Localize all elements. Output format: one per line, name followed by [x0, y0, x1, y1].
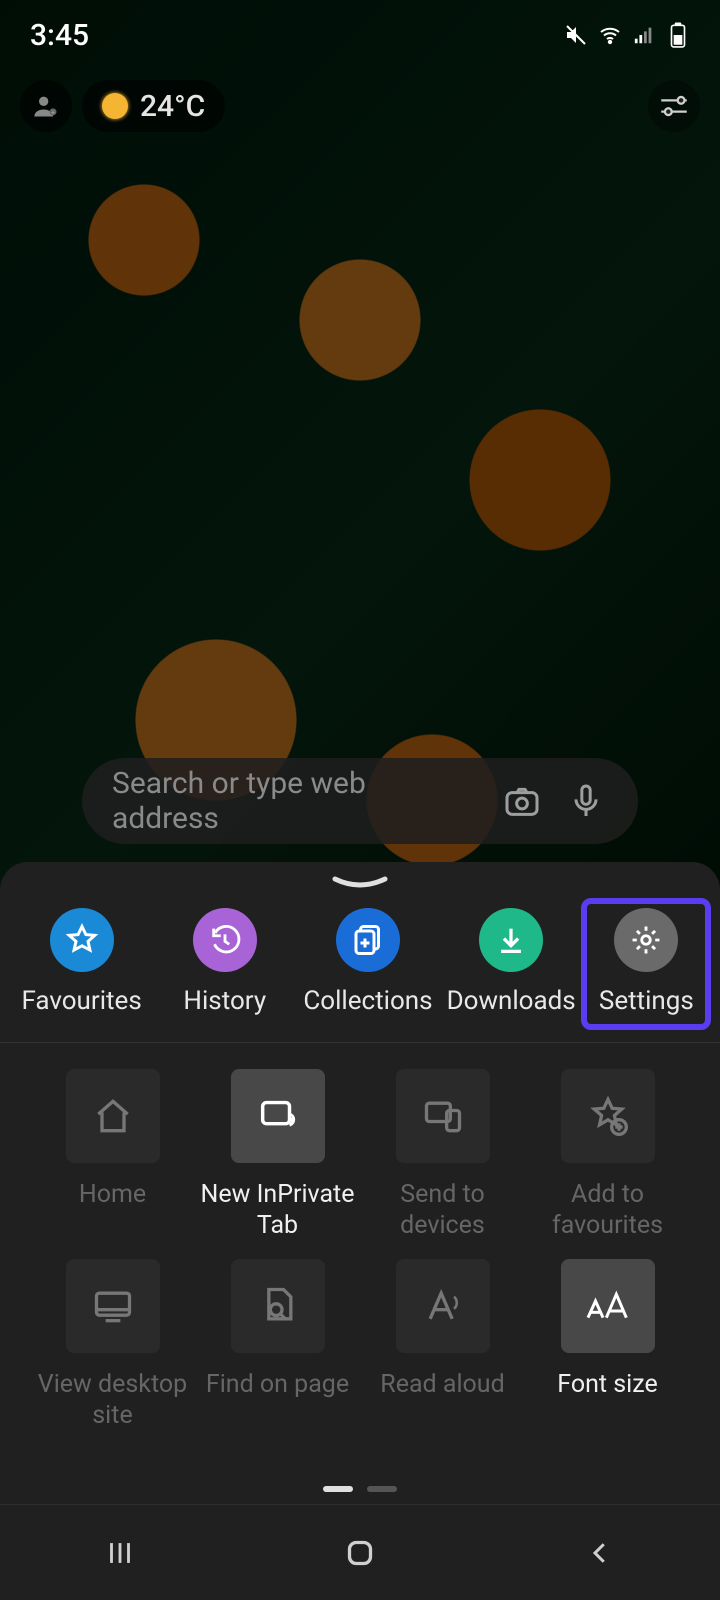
read-label: Read aloud — [380, 1369, 504, 1400]
customize-button[interactable] — [648, 80, 700, 132]
sun-icon — [102, 93, 128, 119]
page-dot-1 — [323, 1486, 353, 1492]
favourites-shortcut[interactable]: Favourites — [17, 908, 147, 1020]
battery-icon — [666, 23, 690, 47]
camera-search-button[interactable] — [500, 779, 544, 823]
collections-label: Collections — [303, 986, 432, 1016]
downloads-shortcut[interactable]: Downloads — [446, 908, 576, 1020]
profile-button[interactable]: + — [20, 80, 72, 132]
collections-shortcut[interactable]: Collections — [303, 908, 433, 1020]
home-tile[interactable]: Home — [30, 1069, 195, 1259]
history-shortcut[interactable]: History — [160, 908, 290, 1020]
recents-button[interactable] — [80, 1528, 160, 1578]
signal-icon — [632, 23, 656, 47]
desktop-label: View desktop site — [33, 1369, 193, 1432]
add-favourites-tile[interactable]: Add to favourites — [525, 1069, 690, 1259]
downloads-label: Downloads — [447, 986, 576, 1016]
home-button[interactable] — [320, 1528, 400, 1578]
font-label: Font size — [557, 1369, 657, 1400]
status-time: 3:45 — [30, 18, 89, 53]
back-button[interactable] — [560, 1528, 640, 1578]
system-nav-bar — [0, 1504, 720, 1600]
new-inprivate-tile[interactable]: New InPrivate Tab — [195, 1069, 360, 1259]
sheet-grabber[interactable] — [330, 872, 390, 894]
voice-search-button[interactable] — [564, 779, 608, 823]
find-label: Find on page — [206, 1369, 349, 1400]
font-size-tile[interactable]: Font size — [525, 1259, 690, 1449]
settings-shortcut[interactable]: Settings — [581, 898, 711, 1030]
send-label: Send to devices — [363, 1179, 523, 1242]
status-bar: 3:45 — [0, 0, 720, 70]
svg-text:+: + — [51, 109, 55, 117]
page-indicator — [0, 1486, 720, 1504]
home-label: Home — [79, 1179, 146, 1210]
history-label: History — [183, 986, 266, 1016]
favourites-label: Favourites — [21, 986, 141, 1016]
desktop-site-tile[interactable]: View desktop site — [30, 1259, 195, 1449]
weather-pill[interactable]: 24°C — [82, 80, 225, 132]
addfav-label: Add to favourites — [528, 1179, 688, 1242]
settings-label: Settings — [599, 986, 694, 1016]
read-aloud-tile[interactable]: Read aloud — [360, 1259, 525, 1449]
search-placeholder: Search or type web address — [112, 766, 480, 836]
find-page-tile[interactable]: Find on page — [195, 1259, 360, 1449]
weather-temp: 24°C — [140, 89, 205, 124]
page-dot-2 — [367, 1486, 397, 1492]
mute-icon — [564, 23, 588, 47]
inprivate-label: New InPrivate Tab — [198, 1179, 358, 1242]
wifi-icon — [598, 23, 622, 47]
menu-sheet: Favourites History Collections Downloads… — [0, 862, 720, 1600]
search-bar[interactable]: Search or type web address — [82, 758, 638, 844]
send-devices-tile[interactable]: Send to devices — [360, 1069, 525, 1259]
